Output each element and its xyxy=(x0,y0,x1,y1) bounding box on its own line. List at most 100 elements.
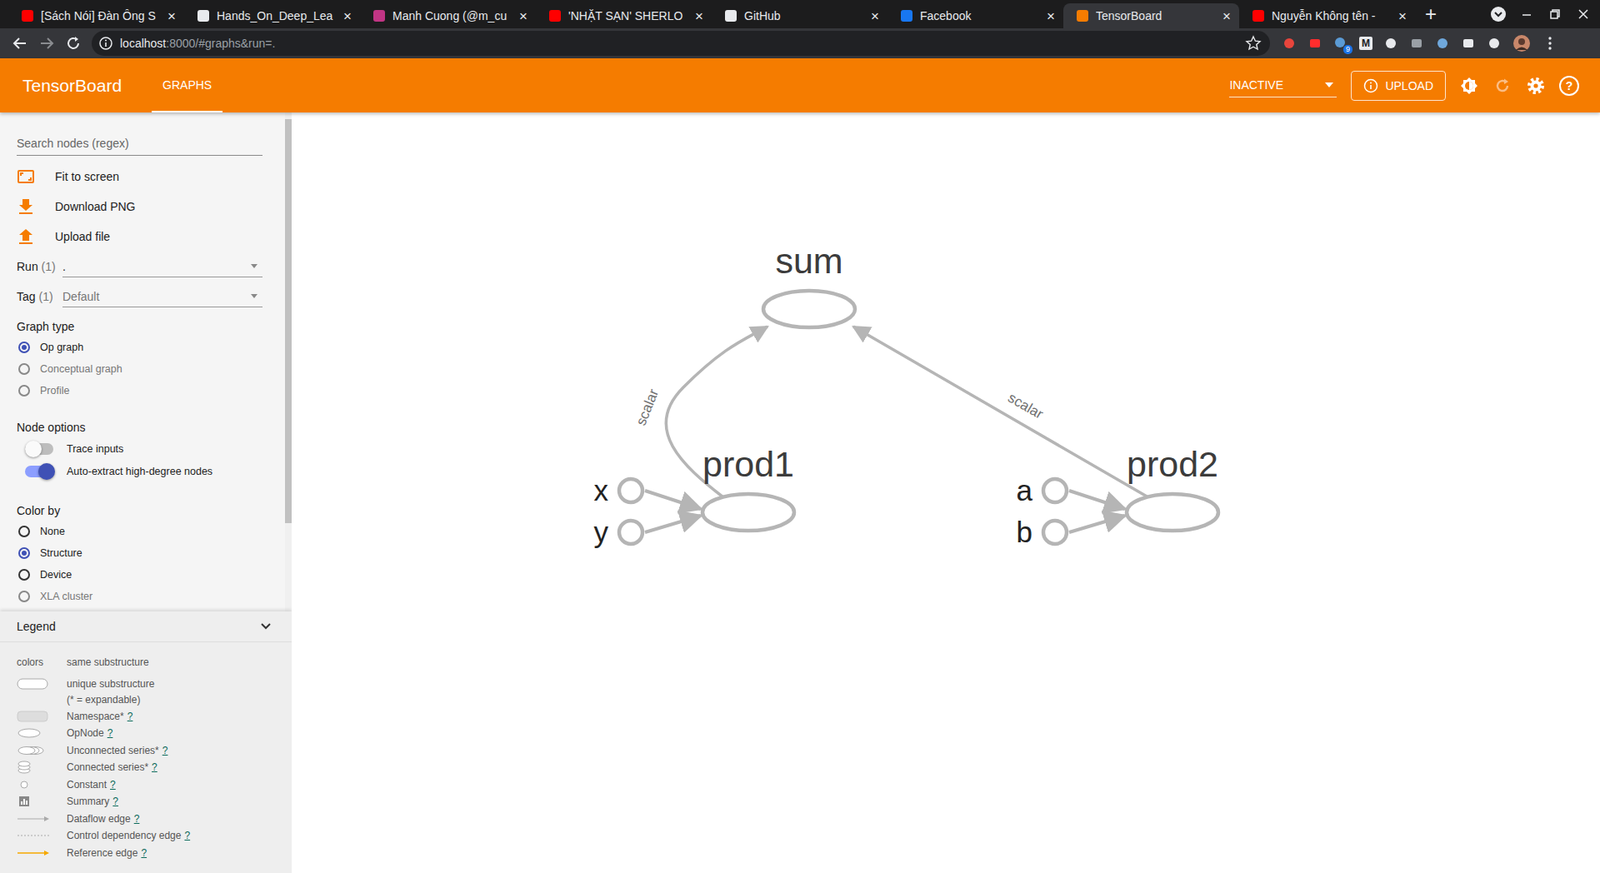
status-dropdown[interactable]: INACTIVE xyxy=(1229,73,1337,98)
graph-diagram[interactable]: scalar scalar sum prod1 prod2 xy ab xyxy=(291,112,1600,873)
bookmark-star-icon[interactable] xyxy=(1245,35,1262,52)
input-edge[interactable] xyxy=(645,490,701,510)
help-link[interactable]: ? xyxy=(110,779,116,791)
tab-close-button[interactable]: × xyxy=(167,9,176,24)
radio-option[interactable]: Profile xyxy=(16,380,285,402)
restore-icon[interactable] xyxy=(1545,5,1565,24)
constant-node[interactable]: x xyxy=(594,474,644,507)
search-input[interactable] xyxy=(16,130,263,156)
op-node[interactable]: sum xyxy=(763,240,855,328)
select-box[interactable]: Default xyxy=(62,286,263,308)
op-node[interactable]: prod2 xyxy=(1126,444,1219,531)
tab-close-button[interactable]: × xyxy=(870,9,880,24)
radio-option[interactable]: Conceptual graph xyxy=(16,358,285,380)
minimize-icon[interactable] xyxy=(1517,5,1536,24)
constant-icon xyxy=(16,777,50,793)
browser-tab[interactable]: Facebook × xyxy=(887,3,1064,29)
extension-icon[interactable] xyxy=(1281,35,1297,51)
reload-button[interactable] xyxy=(1485,75,1520,96)
favicon-icon xyxy=(900,10,913,22)
extension-icon[interactable] xyxy=(1307,35,1323,51)
help-link[interactable]: ? xyxy=(107,727,114,740)
control-icon xyxy=(16,828,50,844)
legend-item: Constant? xyxy=(0,776,292,795)
favicon-icon xyxy=(21,10,34,22)
browser-tab[interactable]: Manh Cuong (@m_cu × xyxy=(360,3,536,29)
address-bar[interactable]: localhost:8000/#graphs&run=. xyxy=(91,30,1270,56)
new-tab-button[interactable]: + xyxy=(1425,4,1437,25)
sidebar-action[interactable]: Download PNG xyxy=(16,191,285,222)
help-link[interactable]: ? xyxy=(134,813,140,825)
input-edge[interactable] xyxy=(1069,515,1125,533)
select-row: Run (1) . xyxy=(16,251,263,282)
browser-tab[interactable]: TensorBoard × xyxy=(1063,3,1240,29)
back-icon[interactable] xyxy=(10,34,30,53)
toggle-option[interactable]: Trace inputs xyxy=(16,437,285,460)
extension-icon[interactable] xyxy=(1409,35,1425,51)
constant-node[interactable]: a xyxy=(1016,474,1067,507)
extension-icon[interactable] xyxy=(1460,35,1476,51)
forward-icon[interactable] xyxy=(37,34,56,53)
browser-tab[interactable]: Nguyễn Không tên - × xyxy=(1239,3,1415,29)
toggle-option[interactable]: Auto-extract high-degree nodes xyxy=(16,460,285,483)
info-icon[interactable] xyxy=(98,35,114,51)
tab-close-button[interactable]: × xyxy=(695,9,704,24)
tab-title: Manh Cuong (@m_cu xyxy=(392,9,512,23)
legend-header[interactable]: Legend xyxy=(0,611,292,643)
fit-screen-icon xyxy=(16,167,35,186)
constant-node[interactable]: y xyxy=(594,515,644,549)
help-link[interactable]: ? xyxy=(151,761,158,774)
help-link[interactable]: ? xyxy=(162,745,169,757)
browser-tab[interactable]: GitHub × xyxy=(711,3,888,29)
header-tab[interactable]: GRAPHS xyxy=(151,58,223,113)
tab-close-button[interactable]: × xyxy=(1222,9,1231,24)
radio-option[interactable]: Op graph xyxy=(16,336,285,359)
svg-text:scalar: scalar xyxy=(633,386,663,428)
graph-canvas[interactable]: scalar scalar sum prod1 prod2 xy ab xyxy=(291,112,1600,873)
menu-icon[interactable] xyxy=(1541,35,1559,52)
select-box[interactable]: . xyxy=(62,256,263,278)
extension-icon[interactable] xyxy=(1486,35,1502,51)
radio-option[interactable]: None xyxy=(16,520,285,543)
favicon-icon xyxy=(197,10,210,22)
radio-option[interactable]: Device xyxy=(16,564,285,586)
extension-icon[interactable]: 9 xyxy=(1333,35,1349,51)
constant-node[interactable]: b xyxy=(1016,515,1067,549)
help-link[interactable]: ? xyxy=(127,710,134,723)
tab-title: TensorBoard xyxy=(1095,9,1215,23)
radio-option[interactable]: Structure xyxy=(16,542,285,565)
extension-icon[interactable]: M xyxy=(1359,36,1373,50)
browser-tab[interactable]: Hands_On_Deep_Lea × xyxy=(184,3,360,29)
reload-icon[interactable] xyxy=(64,34,83,53)
tab-close-button[interactable]: × xyxy=(1398,9,1407,24)
op-node[interactable]: prod1 xyxy=(702,444,795,531)
help-link[interactable]: ? xyxy=(112,795,119,808)
input-edge[interactable] xyxy=(1069,490,1125,510)
tab-close-button[interactable]: × xyxy=(1046,9,1055,24)
upload-button[interactable]: UPLOAD xyxy=(1350,70,1446,101)
browser-tab[interactable]: [Sách Nói] Đàn Ông S × xyxy=(8,3,185,29)
radio-option[interactable]: XLA cluster xyxy=(16,585,285,608)
avatar-icon[interactable] xyxy=(1512,34,1531,53)
sidebar-action[interactable]: Upload file xyxy=(16,221,285,252)
sidebar-controls: Fit to screen Download PNG Upload file R… xyxy=(0,112,292,612)
theme-button[interactable] xyxy=(1452,75,1486,96)
select-label: Tag (1) xyxy=(16,290,63,304)
settings-button[interactable] xyxy=(1519,75,1553,96)
help-button[interactable]: ? xyxy=(1552,75,1586,96)
dropdown-arrow-icon xyxy=(250,294,258,299)
close-window-icon[interactable] xyxy=(1574,5,1593,24)
graph-edge[interactable]: scalar xyxy=(853,326,1149,498)
tab-close-button[interactable]: × xyxy=(519,9,528,24)
tab-search-icon[interactable] xyxy=(1489,5,1508,24)
help-link[interactable]: ? xyxy=(140,847,147,860)
input-edge[interactable] xyxy=(645,515,701,533)
browser-tab[interactable]: 'NHẶT SẠN' SHERLO × xyxy=(535,3,712,29)
svg-text:sum: sum xyxy=(775,240,843,281)
tab-close-button[interactable]: × xyxy=(343,9,352,24)
help-link[interactable]: ? xyxy=(184,830,190,842)
extension-icon[interactable] xyxy=(1383,35,1399,51)
extension-icon[interactable] xyxy=(1435,35,1450,51)
sidebar-action[interactable]: Fit to screen xyxy=(16,161,285,192)
scrollbar[interactable] xyxy=(285,112,292,612)
